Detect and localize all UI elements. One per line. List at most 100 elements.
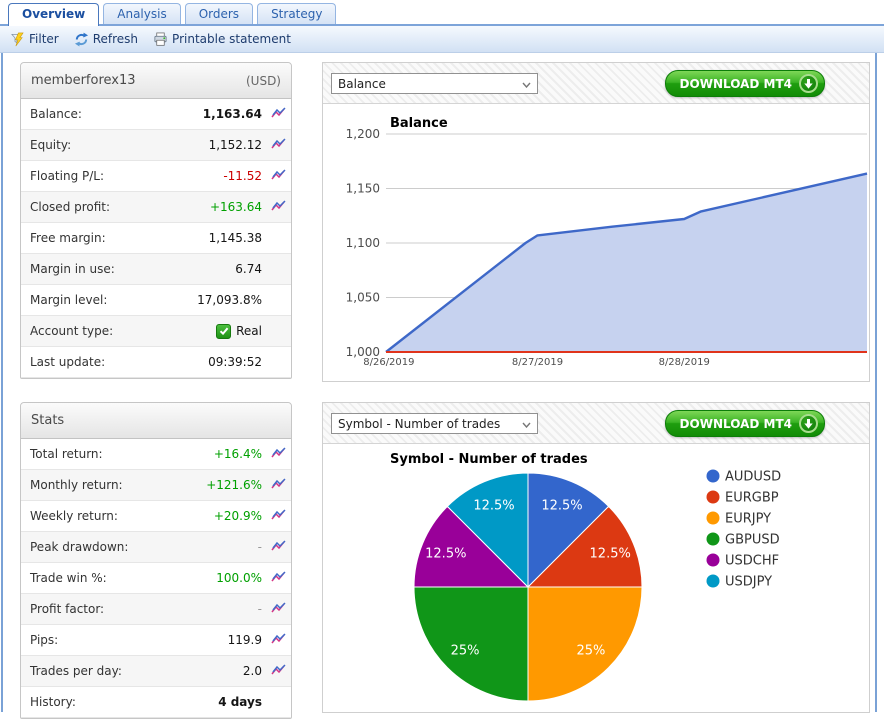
legend-item: GBPUSD bbox=[707, 533, 780, 548]
svg-text:USDJPY: USDJPY bbox=[725, 575, 772, 590]
svg-text:1,200: 1,200 bbox=[346, 127, 380, 141]
filter-label: Filter bbox=[29, 32, 59, 46]
svg-text:1,050: 1,050 bbox=[346, 291, 380, 305]
mini-chart-icon[interactable] bbox=[271, 138, 286, 153]
table-row: Margin in use:6.74 bbox=[21, 254, 291, 285]
toolbar: Filter Refresh Printable statement bbox=[0, 26, 884, 53]
row-value: 1,163.64 bbox=[203, 107, 262, 121]
row-label: Trades per day: bbox=[30, 664, 122, 678]
download-mt4-button[interactable]: DOWNLOAD MT4 bbox=[665, 410, 825, 437]
printable-statement-label: Printable statement bbox=[172, 32, 291, 46]
balance-chart-select-value: Balance bbox=[338, 77, 386, 91]
account-rows: Balance:1,163.64Equity:1,152.12Floating … bbox=[21, 99, 291, 378]
table-row: Balance:1,163.64 bbox=[21, 99, 291, 130]
row-value: +16.4% bbox=[214, 447, 262, 461]
printer-icon bbox=[153, 32, 168, 47]
balance-chart-select[interactable]: Balance bbox=[331, 73, 538, 94]
tab-strategy[interactable]: Strategy bbox=[257, 3, 336, 24]
svg-text:1,100: 1,100 bbox=[346, 236, 380, 250]
table-row: Last update:09:39:52 bbox=[21, 347, 291, 378]
table-row: Account type: Real bbox=[21, 316, 291, 347]
chevron-down-icon bbox=[522, 417, 531, 431]
row-icon-slot bbox=[262, 664, 286, 679]
row-label: Account type: bbox=[30, 324, 113, 338]
mini-chart-icon[interactable] bbox=[271, 633, 286, 648]
svg-text:25%: 25% bbox=[576, 643, 605, 658]
row-value: +20.9% bbox=[214, 509, 262, 523]
svg-text:8/28/2019: 8/28/2019 bbox=[659, 357, 710, 368]
row-icon-slot bbox=[262, 138, 286, 153]
row-value: Real bbox=[216, 324, 262, 339]
mini-chart-icon[interactable] bbox=[271, 509, 286, 524]
svg-text:Symbol - Number of trades: Symbol - Number of trades bbox=[390, 452, 588, 467]
mini-chart-icon[interactable] bbox=[271, 169, 286, 184]
svg-text:12.5%: 12.5% bbox=[541, 498, 582, 513]
table-row: Weekly return: +20.9% bbox=[21, 501, 291, 532]
row-label: Pips: bbox=[30, 633, 58, 647]
mini-chart-icon[interactable] bbox=[271, 447, 286, 462]
refresh-button[interactable]: Refresh bbox=[74, 32, 138, 47]
table-row: Closed profit:+163.64 bbox=[21, 192, 291, 223]
row-icon-slot bbox=[262, 478, 286, 493]
table-row: History:4 days bbox=[21, 687, 291, 718]
symbol-pie-select-value: Symbol - Number of trades bbox=[338, 417, 500, 431]
symbol-pie-panel: Symbol - Number of trades DOWNLOAD MT4 1… bbox=[322, 402, 870, 713]
row-value: 2.0 bbox=[243, 664, 262, 678]
stats-panel: Stats Total return:+16.4%Monthly return:… bbox=[20, 402, 292, 719]
symbol-pie-select[interactable]: Symbol - Number of trades bbox=[331, 413, 538, 434]
printable-statement-button[interactable]: Printable statement bbox=[153, 32, 291, 47]
download-mt4-button[interactable]: DOWNLOAD MT4 bbox=[665, 70, 825, 97]
row-icon-slot bbox=[262, 633, 286, 648]
row-label: Trade win %: bbox=[30, 571, 107, 585]
svg-text:GBPUSD: GBPUSD bbox=[725, 533, 780, 548]
legend-item: AUDUSD bbox=[707, 470, 782, 485]
table-row: Trade win %: 100.0% bbox=[21, 563, 291, 594]
filter-button[interactable]: Filter bbox=[10, 32, 59, 47]
mini-chart-icon[interactable] bbox=[271, 664, 286, 679]
svg-text:1,150: 1,150 bbox=[346, 182, 380, 196]
download-mt4-label: DOWNLOAD MT4 bbox=[680, 77, 792, 91]
svg-text:12.5%: 12.5% bbox=[590, 547, 631, 562]
row-value: 1,152.12 bbox=[209, 138, 262, 152]
mini-chart-icon[interactable] bbox=[271, 478, 286, 493]
legend-item: USDJPY bbox=[707, 575, 773, 590]
tab-orders[interactable]: Orders bbox=[185, 3, 253, 24]
tab-overview[interactable]: Overview bbox=[8, 3, 99, 26]
mini-chart-icon[interactable] bbox=[271, 200, 286, 215]
svg-text:8/26/2019: 8/26/2019 bbox=[363, 357, 414, 368]
tab-analysis[interactable]: Analysis bbox=[103, 3, 180, 24]
account-panel: memberforex13 (USD) Balance:1,163.64Equi… bbox=[20, 62, 292, 379]
legend-item: EURGBP bbox=[707, 491, 779, 506]
svg-text:8/27/2019: 8/27/2019 bbox=[512, 357, 563, 368]
row-value: 100.0% bbox=[216, 571, 262, 585]
row-icon-slot bbox=[262, 107, 286, 122]
download-arrow-icon bbox=[799, 74, 818, 93]
chevron-down-icon bbox=[522, 77, 531, 91]
row-icon-slot bbox=[262, 571, 286, 586]
filter-lightning-icon bbox=[10, 32, 25, 47]
mini-chart-icon[interactable] bbox=[271, 602, 286, 617]
table-row: Monthly return: +121.6% bbox=[21, 470, 291, 501]
row-value: +121.6% bbox=[206, 478, 262, 492]
svg-text:AUDUSD: AUDUSD bbox=[725, 470, 781, 485]
row-label: Weekly return: bbox=[30, 509, 118, 523]
row-label: Last update: bbox=[30, 355, 105, 369]
mini-chart-icon[interactable] bbox=[271, 107, 286, 122]
refresh-icon bbox=[74, 32, 89, 47]
row-value: +163.64 bbox=[210, 200, 262, 214]
balance-chart-panel: Balance DOWNLOAD MT4 1,0001,0501,1001,15… bbox=[322, 62, 870, 382]
table-row: Peak drawdown:- bbox=[21, 532, 291, 563]
download-arrow-icon bbox=[799, 414, 818, 433]
row-label: Monthly return: bbox=[30, 478, 123, 492]
account-name: memberforex13 bbox=[31, 73, 136, 88]
table-row: Pips:119.9 bbox=[21, 625, 291, 656]
svg-text:12.5%: 12.5% bbox=[473, 498, 514, 513]
row-value: 1,145.38 bbox=[209, 231, 262, 245]
table-row: Free margin:1,145.38 bbox=[21, 223, 291, 254]
row-value: 4 days bbox=[218, 695, 262, 709]
symbol-pie-header: Symbol - Number of trades DOWNLOAD MT4 bbox=[323, 403, 869, 444]
mini-chart-icon[interactable] bbox=[271, 571, 286, 586]
table-row: Profit factor:- bbox=[21, 594, 291, 625]
mini-chart-icon[interactable] bbox=[271, 540, 286, 555]
stats-rows: Total return:+16.4%Monthly return:+121.6… bbox=[21, 439, 291, 718]
